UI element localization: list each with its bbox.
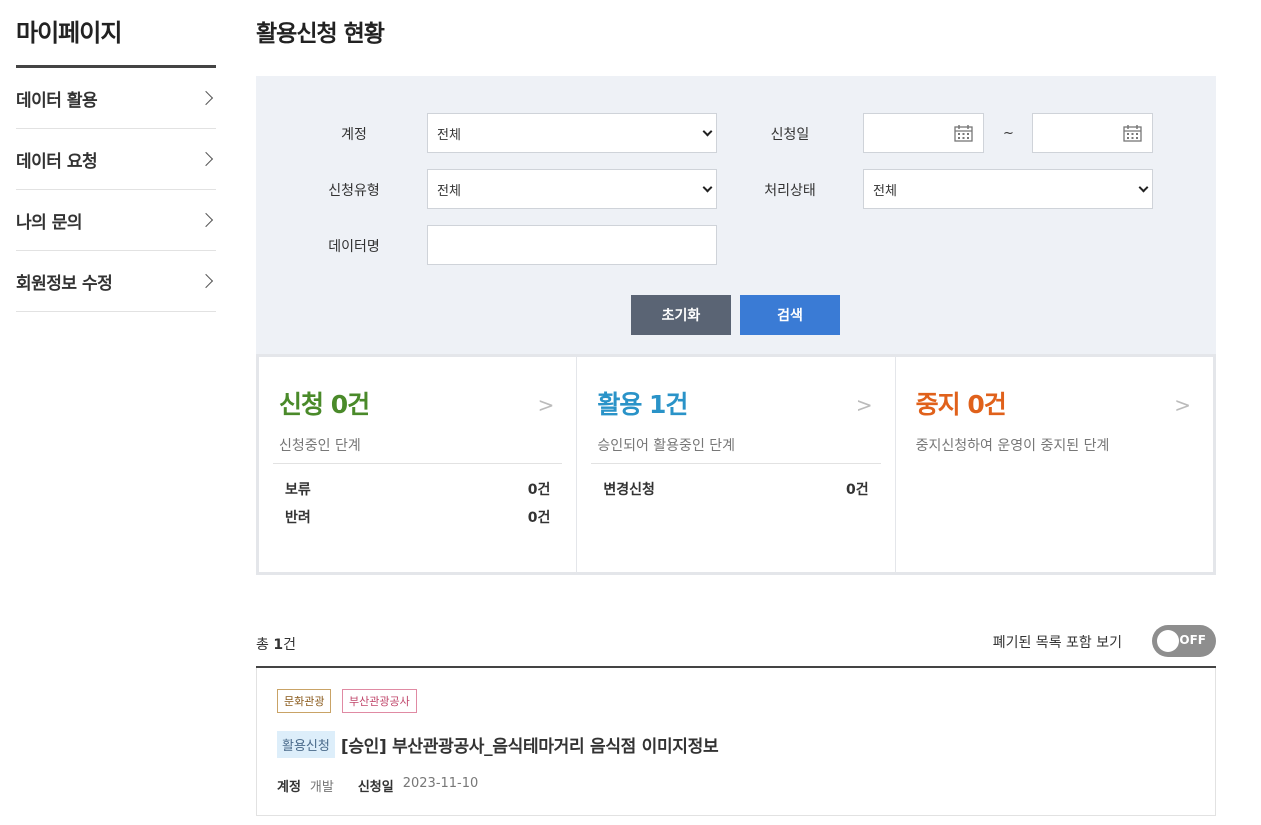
divider xyxy=(273,463,563,464)
chevron-right-icon xyxy=(198,273,214,289)
status-row-count: 0건 xyxy=(527,510,551,526)
total-number: 1 xyxy=(273,637,284,653)
status-row-label: 변경신청 xyxy=(603,482,655,498)
list-header: 총 1건 폐기된 목록 포함 보기 OFF xyxy=(256,620,1216,668)
sidebar-item-data-use[interactable]: 데이터 활용 xyxy=(16,68,216,129)
status-select[interactable]: 전체 xyxy=(863,169,1153,209)
calendar-icon[interactable] xyxy=(954,124,973,142)
status-card-desc: 신청중인 단계 xyxy=(279,438,361,454)
dataname-label: 데이터명 xyxy=(328,239,380,255)
status-card-desc: 승인되어 활용중인 단계 xyxy=(597,438,736,454)
org-tag: 부산관광공사 xyxy=(342,689,417,713)
type-select-value: 전체 xyxy=(437,183,461,199)
account-select-value: 전체 xyxy=(437,127,461,143)
status-card-title: 신청 0건 xyxy=(279,390,370,419)
search-filter-panel: 계정 전체 신청일 ~ 신청유형 전체 처리상태 전체 데이터명 초기화 검색 xyxy=(256,76,1216,354)
status-select-value: 전체 xyxy=(873,183,897,199)
date-from-input[interactable] xyxy=(863,113,984,153)
status-row-count: 0건 xyxy=(846,482,869,498)
status-label: 처리상태 xyxy=(764,183,816,199)
toggle-knob xyxy=(1157,630,1179,652)
status-row-label: 보류 xyxy=(285,482,311,498)
sidebar-item-edit-profile[interactable]: 회원정보 수정 xyxy=(16,251,216,312)
chevron-right-icon xyxy=(198,151,214,167)
chevron-right-icon[interactable]: > xyxy=(538,393,555,417)
include-discarded-toggle[interactable]: OFF xyxy=(1152,625,1216,657)
reset-button[interactable]: 초기화 xyxy=(631,295,731,335)
status-card-title: 활용 1건 xyxy=(597,390,688,419)
sidebar-title: 마이페이지 xyxy=(16,0,216,68)
chevron-right-icon xyxy=(198,212,214,228)
status-card-use[interactable]: 활용 1건 > 승인되어 활용중인 단계 변경신청 0건 xyxy=(577,357,896,572)
include-discarded-label: 폐기된 목록 포함 보기 xyxy=(992,635,1122,651)
chevron-down-icon xyxy=(702,182,713,193)
dataname-input[interactable] xyxy=(427,225,717,265)
sidebar-item-label: 데이터 요청 xyxy=(16,151,98,172)
status-card-title: 중지 0건 xyxy=(915,390,1007,419)
status-card-stop[interactable]: 중지 0건 > 중지신청하여 운영이 중지된 단계 xyxy=(896,357,1213,572)
sidebar-item-data-request[interactable]: 데이터 요청 xyxy=(16,129,216,190)
divider xyxy=(591,463,881,464)
meta-account-label: 계정 xyxy=(277,780,301,795)
status-row: 변경신청 0건 xyxy=(603,479,868,499)
sidebar-item-label: 데이터 활용 xyxy=(16,90,98,111)
sidebar-item-label: 회원정보 수정 xyxy=(16,273,113,294)
date-range-separator: ~ xyxy=(1003,126,1014,141)
status-row-label: 반려 xyxy=(285,510,311,526)
account-select[interactable]: 전체 xyxy=(427,113,717,153)
status-row-count: 0건 xyxy=(527,482,551,498)
category-tag: 문화관광 xyxy=(277,689,332,713)
request-type-badge: 활용신청 xyxy=(277,731,335,758)
total-count: 총 1건 xyxy=(256,634,296,654)
sidebar-item-my-inquiry[interactable]: 나의 문의 xyxy=(16,190,216,251)
sidebar: 마이페이지 데이터 활용 데이터 요청 나의 문의 회원정보 수정 xyxy=(16,0,216,312)
meta-date-label: 신청일 xyxy=(357,780,394,795)
item-title-row: 활용신청 [승인] 부산관광공사_음식테마거리 음식점 이미지정보 xyxy=(277,731,719,758)
chevron-right-icon[interactable]: > xyxy=(856,393,873,417)
total-prefix: 총 xyxy=(256,637,269,653)
date-to-input[interactable] xyxy=(1032,113,1153,153)
status-row: 보류 0건 xyxy=(285,479,550,499)
type-select[interactable]: 전체 xyxy=(427,169,717,209)
toggle-text: OFF xyxy=(1179,633,1206,647)
meta-account-value: 개발 xyxy=(309,780,334,795)
account-label: 계정 xyxy=(341,127,367,143)
main-content: 활용신청 현황 계정 전체 신청일 ~ 신청유형 전체 처리상태 전체 데이터명… xyxy=(256,0,1216,816)
status-card-apply[interactable]: 신청 0건 > 신청중인 단계 보류 0건 반려 0건 xyxy=(259,357,578,572)
item-meta: 계정 개발 신청일 2023-11-10 xyxy=(277,776,502,795)
status-row: 반려 0건 xyxy=(285,507,550,527)
page-title: 활용신청 현황 xyxy=(256,21,385,47)
chevron-down-icon xyxy=(702,126,713,137)
chevron-down-icon xyxy=(1138,182,1149,193)
list-item[interactable]: 문화관광 부산관광공사 활용신청 [승인] 부산관광공사_음식테마거리 음식점 … xyxy=(256,668,1216,816)
calendar-icon[interactable] xyxy=(1123,124,1142,142)
date-label: 신청일 xyxy=(770,127,810,143)
status-card-desc: 중지신청하여 운영이 중지된 단계 xyxy=(915,438,1110,454)
item-title[interactable]: [승인] 부산관광공사_음식테마거리 음식점 이미지정보 xyxy=(341,732,719,757)
meta-date-value: 2023-11-10 xyxy=(402,776,479,791)
sidebar-item-label: 나의 문의 xyxy=(16,212,82,233)
type-label: 신청유형 xyxy=(328,183,380,199)
status-summary: 신청 0건 > 신청중인 단계 보류 0건 반려 0건 활용 1건 > 승인되어… xyxy=(256,354,1216,575)
total-suffix: 건 xyxy=(283,637,296,653)
chevron-right-icon xyxy=(198,90,214,106)
search-button[interactable]: 검색 xyxy=(740,295,840,335)
chevron-right-icon[interactable]: > xyxy=(1174,393,1191,417)
